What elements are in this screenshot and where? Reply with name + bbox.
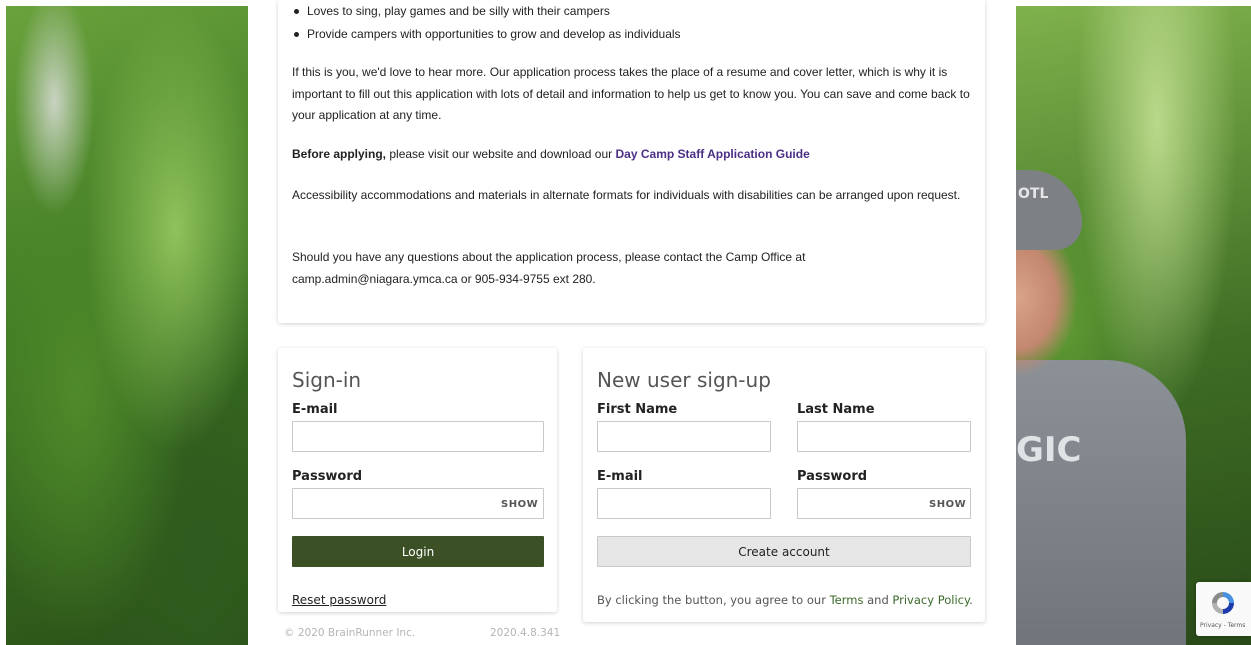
signin-email-input[interactable]	[292, 421, 544, 452]
login-button[interactable]: Login	[292, 536, 544, 567]
create-account-button[interactable]: Create account	[597, 536, 971, 567]
intro-paragraph: If this is you, we'd love to hear more. …	[292, 65, 970, 122]
recaptcha-icon	[1212, 592, 1234, 614]
privacy-policy-link[interactable]: Privacy Policy	[892, 593, 969, 607]
signup-title: New user sign-up	[597, 368, 771, 392]
background-person-face	[1016, 230, 1080, 380]
before-applying-paragraph: Before applying, please visit our websit…	[292, 147, 810, 161]
signup-password-label: Password	[797, 469, 868, 484]
last-name-input[interactable]	[797, 421, 971, 452]
before-applying-bold: Before applying,	[292, 147, 387, 161]
intro-card: Loves to sing, play games and be silly w…	[278, 0, 985, 323]
accessibility-paragraph: Accessibility accommodations and materia…	[292, 188, 961, 202]
bullet-icon	[294, 9, 299, 14]
signin-email-label: E-mail	[292, 402, 338, 417]
signup-email-input[interactable]	[597, 488, 771, 519]
signup-card: New user sign-up First Name Last Name E-…	[583, 348, 985, 622]
signup-email-label: E-mail	[597, 469, 643, 484]
terms-link[interactable]: Terms	[830, 593, 864, 607]
contact-paragraph: Should you have any questions about the …	[292, 250, 806, 286]
terms-agreement-text: By clicking the button, you agree to our…	[597, 593, 973, 607]
application-guide-link[interactable]: Day Camp Staff Application Guide	[616, 147, 810, 161]
recaptcha-badge[interactable]: Privacy - Terms	[1196, 582, 1251, 636]
signin-show-password-button[interactable]: SHOW	[501, 499, 538, 510]
list-item: Loves to sing, play games and be silly w…	[292, 0, 681, 23]
footer-copyright: © 2020 BrainRunner Inc.	[284, 627, 416, 639]
qualities-list: Loves to sing, play games and be silly w…	[292, 0, 681, 46]
background-shirt-print: GIC	[1016, 430, 1082, 470]
bullet-icon	[294, 32, 299, 37]
main-column: Loves to sing, play games and be silly w…	[278, 0, 985, 645]
first-name-label: First Name	[597, 402, 678, 417]
last-name-label: Last Name	[797, 402, 875, 417]
recaptcha-text: Privacy - Terms	[1200, 622, 1246, 629]
signin-password-label: Password	[292, 469, 363, 484]
background-photo-left	[6, 6, 248, 645]
first-name-input[interactable]	[597, 421, 771, 452]
list-item: Provide campers with opportunities to gr…	[292, 23, 681, 46]
signup-show-password-button[interactable]: SHOW	[929, 499, 966, 510]
background-cap-logo: OTL	[1018, 186, 1049, 202]
background-person-shirt	[1016, 360, 1186, 645]
reset-password-link[interactable]: Reset password	[292, 593, 386, 607]
signin-title: Sign-in	[292, 368, 362, 392]
footer-version: 2020.4.8.341	[490, 627, 561, 639]
signin-card: Sign-in E-mail Password SHOW Login Reset…	[278, 348, 557, 612]
